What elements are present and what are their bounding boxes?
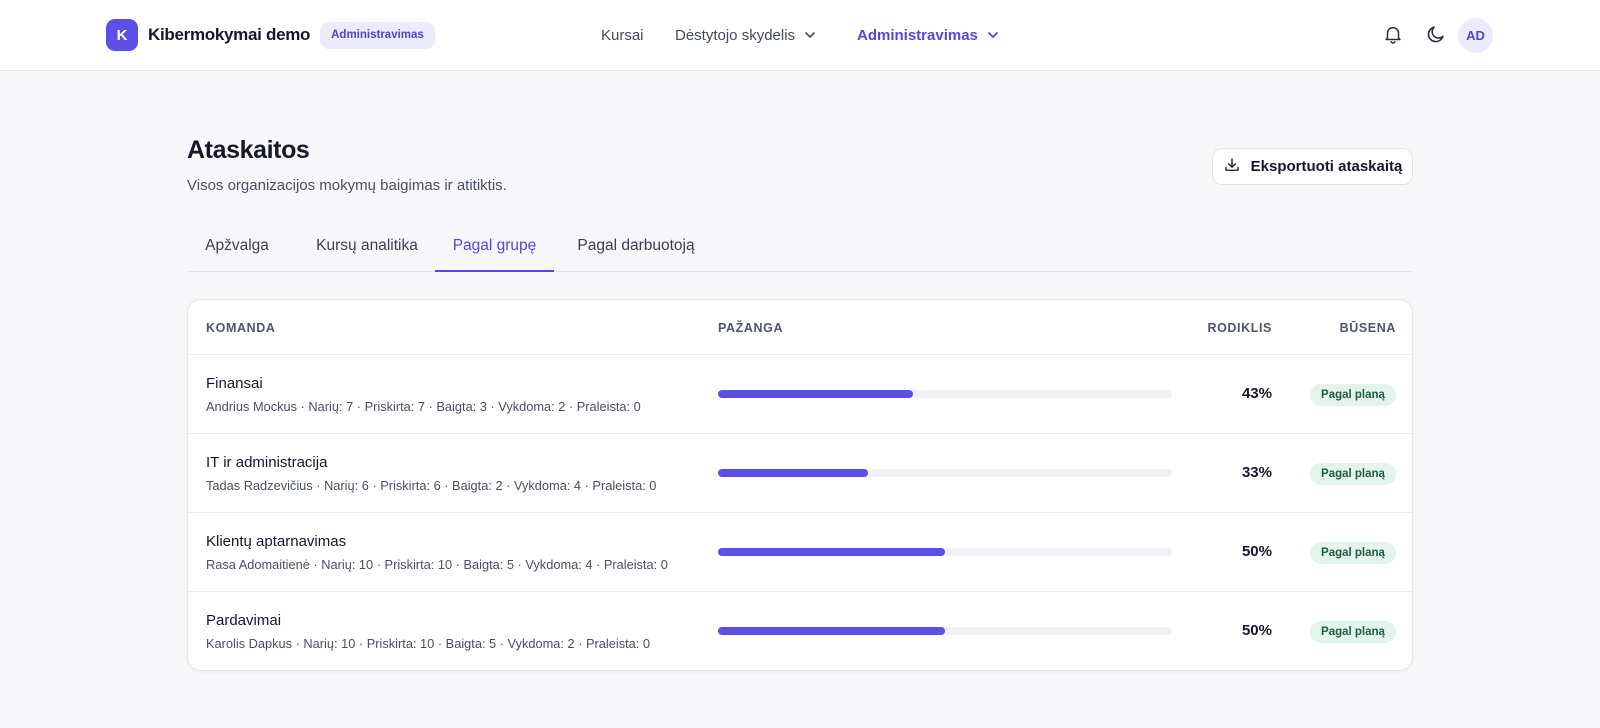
status-badge: Pagal planą [1310,463,1396,485]
progress-bar-fill [718,548,945,556]
nav-instructor-label: Dėstytojo skydelis [675,26,796,44]
role-badge: Administravimas [320,21,435,49]
download-icon [1223,156,1251,178]
theme-toggle-button[interactable] [1420,20,1452,52]
table-row[interactable]: Pardavimai Karolis Dapkus · Narių: 10 · … [188,592,1412,670]
brand-logo: K [106,19,138,51]
tab-course-analytics[interactable]: Kursų analitika [299,226,435,272]
status-badge: Pagal planą [1310,621,1396,643]
tab-overview[interactable]: Apžvalga [187,226,287,272]
progress-bar-fill [718,627,945,635]
status-badge: Pagal planą [1310,384,1396,406]
team-meta: Karolis Dapkus · Narių: 10 · Priskirta: … [206,636,651,651]
user-avatar[interactable]: AD [1458,18,1493,53]
status-badge: Pagal planą [1310,542,1396,564]
chevron-down-icon [986,28,1000,42]
brand[interactable]: K Kibermokymai demo Administravimas [106,19,435,51]
notifications-button[interactable] [1377,20,1409,52]
group-report-table: KOMANDA PAŽANGA RODIKLIS BŪSENA Finansai… [187,299,1413,671]
column-header-metric: RODIKLIS [1207,321,1272,335]
nav-instructor-dashboard[interactable]: Dėstytojo skydelis [675,24,817,46]
export-report-label: Eksportuoti ataskaitą [1250,158,1403,175]
nav-administration[interactable]: Administravimas [857,24,1000,46]
team-name: Finansai [206,375,263,392]
team-name: Pardavimai [206,612,282,629]
bell-icon [1382,23,1404,50]
chevron-down-icon [803,28,817,42]
page-title: Ataskaitos [187,136,310,164]
progress-bar [718,548,1172,556]
top-navigation-bar: K Kibermokymai demo Administravimas Kurs… [0,0,1600,71]
progress-bar [718,627,1172,635]
column-header-progress: PAŽANGA [718,321,784,335]
nav-administration-label: Administravimas [857,26,978,44]
brand-name: Kibermokymai demo [148,25,311,44]
table-row[interactable]: IT ir administracija Tadas Radzevičius ·… [188,434,1412,513]
tab-by-group[interactable]: Pagal grupę [435,226,554,272]
progress-bar [718,390,1172,398]
table-header: KOMANDA PAŽANGA RODIKLIS BŪSENA [188,300,1412,355]
table-row[interactable]: Finansai Andrius Mockus · Narių: 7 · Pri… [188,355,1412,434]
tab-by-employee[interactable]: Pagal darbuotoją [565,226,707,272]
metric-value: 43% [1241,385,1272,402]
moon-icon [1425,23,1447,50]
column-header-status: BŪSENA [1339,321,1396,335]
progress-bar [718,469,1172,477]
metric-value: 50% [1241,622,1272,639]
nav-courses-label: Kursai [601,26,644,44]
team-name: Klientų aptarnavimas [206,533,347,550]
metric-value: 50% [1241,543,1272,560]
page-subtitle: Visos organizacijos mokymų baigimas ir a… [187,177,507,194]
nav-courses[interactable]: Kursai [601,24,644,46]
team-meta: Andrius Mockus · Narių: 7 · Priskirta: 7… [206,399,641,414]
column-header-team: KOMANDA [206,321,276,335]
team-meta: Tadas Radzevičius · Narių: 6 · Priskirta… [206,478,657,493]
team-meta: Rasa Adomaitienė · Narių: 10 · Priskirta… [206,557,668,572]
report-tabs: Apžvalga Kursų analitika Pagal grupę Pag… [187,226,1413,272]
team-name: IT ir administracija [206,454,328,471]
metric-value: 33% [1241,464,1272,481]
table-row[interactable]: Klientų aptarnavimas Rasa Adomaitienė · … [188,513,1412,592]
export-report-button[interactable]: Eksportuoti ataskaitą [1212,148,1413,185]
progress-bar-fill [718,390,914,398]
progress-bar-fill [718,469,868,477]
